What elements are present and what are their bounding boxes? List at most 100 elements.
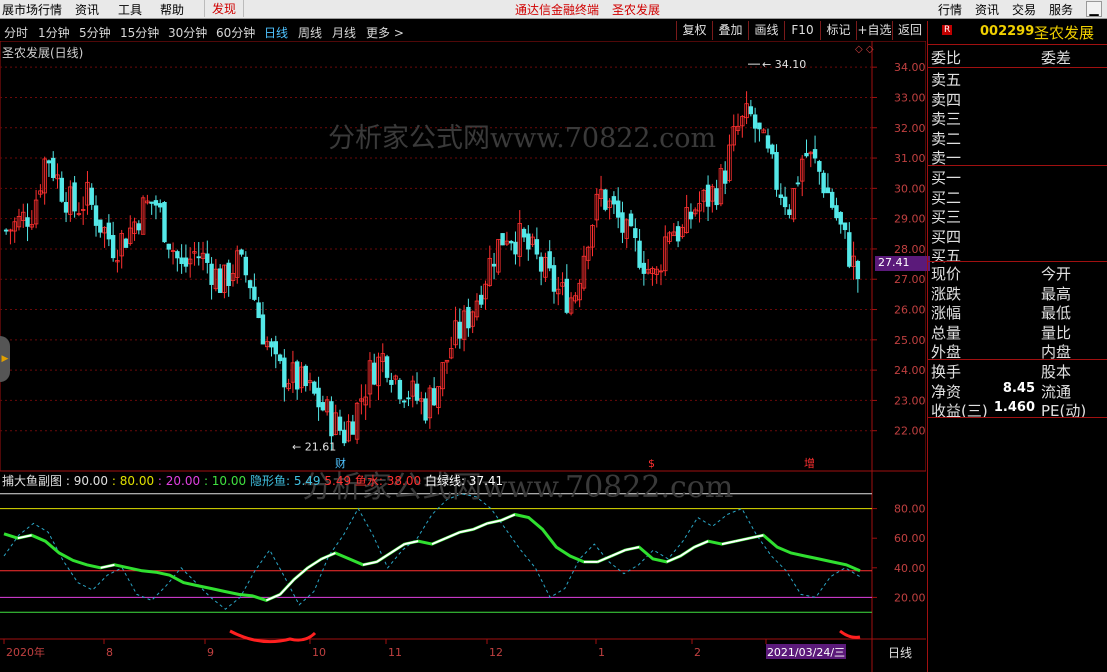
low-label: ← 21.61: [292, 441, 336, 454]
candle-body: [782, 196, 788, 208]
ask-row: 卖三: [931, 110, 962, 128]
bid-row: 买三: [931, 208, 962, 226]
candle-body: [401, 400, 407, 403]
candle-body: [722, 170, 728, 184]
x-tick-label: 8: [106, 646, 113, 659]
ask-row: 卖一: [931, 149, 962, 167]
indicator-value: 白绿线: 37.41: [424, 474, 504, 488]
menu-service[interactable]: 服务: [1049, 1, 1073, 18]
indicator-tick-label: 40.00: [894, 562, 926, 575]
candle-body: [372, 362, 377, 385]
mark-button[interactable]: 标记: [820, 21, 856, 40]
white-segment: [321, 552, 336, 560]
candle-body: [748, 106, 754, 115]
candle-body: [834, 205, 839, 219]
candle-body: [312, 381, 317, 394]
ask-row: 卖四: [931, 90, 962, 109]
current-price-tag: 27.41: [875, 256, 930, 271]
candle-body: [153, 200, 159, 206]
candle-body: [273, 341, 278, 355]
indicator-tick-label: 80.00: [894, 503, 926, 516]
overlay-button[interactable]: 叠加: [712, 21, 748, 40]
bid-row: 买一: [931, 169, 962, 187]
period-15min[interactable]: 15分钟: [120, 24, 159, 41]
candle-body: [123, 238, 129, 248]
candle-body: [804, 152, 809, 157]
candle-body: [397, 379, 403, 400]
candle-body: [98, 219, 103, 233]
candle-body: [158, 203, 163, 208]
price-tick-label: 30.00: [894, 182, 926, 195]
stat-row: 换手 股本: [931, 363, 1072, 381]
adjust-button[interactable]: 复权: [676, 21, 712, 40]
candle-body: [513, 241, 518, 255]
indicator-value: 隐形鱼: 5.49: [249, 474, 325, 488]
candle-body: [637, 240, 642, 268]
period-1min[interactable]: 1分钟: [38, 24, 70, 41]
period-daily[interactable]: 日线: [264, 24, 288, 41]
candle-body: [59, 177, 64, 202]
candle-body: [226, 262, 231, 286]
period-tick[interactable]: 分时: [4, 24, 28, 41]
expand-left-icon[interactable]: ▶: [0, 336, 10, 382]
candle-body: [110, 235, 116, 259]
menu-info[interactable]: 资讯: [975, 1, 999, 18]
hidden-fish-line: [3, 493, 861, 610]
candle-body: [641, 262, 647, 274]
chart-title: 圣农发展(日线): [2, 46, 84, 60]
quote-panel: R 002299 圣农发展 委比 委差 卖五 卖四 卖三 卖二 卖一 买一 买二 买三 买四 买五…: [927, 21, 1107, 672]
price-tick-label: 25.00: [894, 334, 926, 347]
menu-discover[interactable]: 发现: [204, 0, 244, 17]
indicator-value: : 10.00: [203, 474, 250, 488]
candle-body: [406, 397, 411, 400]
stock-code: 002299: [980, 24, 1035, 39]
candle-body: [294, 361, 300, 390]
period-more[interactable]: 更多 >: [366, 24, 404, 41]
price-tick-label: 31.00: [894, 152, 926, 165]
candle-body: [423, 398, 428, 421]
indicator-value: : 90.00: [65, 474, 112, 488]
chart-settings-icon[interactable]: ◇ ◇: [855, 44, 874, 55]
date-tag: 2021/03/24/三: [766, 644, 846, 659]
menu-market[interactable]: 展市场行情: [2, 1, 62, 18]
candle-body: [269, 341, 274, 348]
candle-body: [93, 205, 99, 226]
candle-body: [252, 286, 257, 300]
menu-trade[interactable]: 交易: [1012, 1, 1036, 18]
period-weekly[interactable]: 周线: [298, 24, 322, 41]
price-tick-label: 33.00: [894, 91, 926, 104]
candle-body: [812, 149, 818, 159]
menu-quotes[interactable]: 行情: [938, 1, 962, 18]
menu-help[interactable]: 帮助: [160, 1, 184, 18]
candle-body: [162, 201, 167, 243]
menu-news[interactable]: 资讯: [75, 1, 99, 18]
add-watchlist-button[interactable]: +自选: [856, 21, 892, 40]
candle-body: [795, 182, 801, 185]
candle-body: [243, 256, 249, 276]
period-monthly[interactable]: 月线: [332, 24, 356, 41]
candle-body: [136, 223, 142, 231]
white-segment: [431, 537, 447, 546]
candle-body: [547, 251, 552, 269]
candle-body: [316, 387, 321, 408]
period-30min[interactable]: 30分钟: [168, 24, 207, 41]
white-segment: [611, 549, 626, 557]
candle-body: [303, 365, 308, 387]
stat-row: 现价 今开: [931, 265, 1072, 283]
indicator-tick-label: 20.00: [894, 591, 926, 604]
minimize-icon[interactable]: ▁: [1086, 1, 1102, 17]
stat-row: 净资 8.45 流通: [931, 380, 1072, 401]
candle-body: [63, 202, 69, 213]
candle-body: [688, 211, 694, 220]
candle-body: [217, 268, 223, 293]
menu-tools[interactable]: 工具: [118, 1, 142, 18]
candle-body: [25, 217, 30, 227]
x-tick-label: 10: [312, 646, 326, 659]
candle-body: [320, 402, 326, 411]
draw-line-button[interactable]: 画线: [748, 21, 784, 40]
back-button[interactable]: 返回: [892, 21, 927, 40]
period-5min[interactable]: 5分钟: [79, 24, 111, 41]
white-segment: [307, 558, 323, 569]
f10-button[interactable]: F10: [784, 21, 820, 40]
period-60min[interactable]: 60分钟: [216, 24, 255, 41]
